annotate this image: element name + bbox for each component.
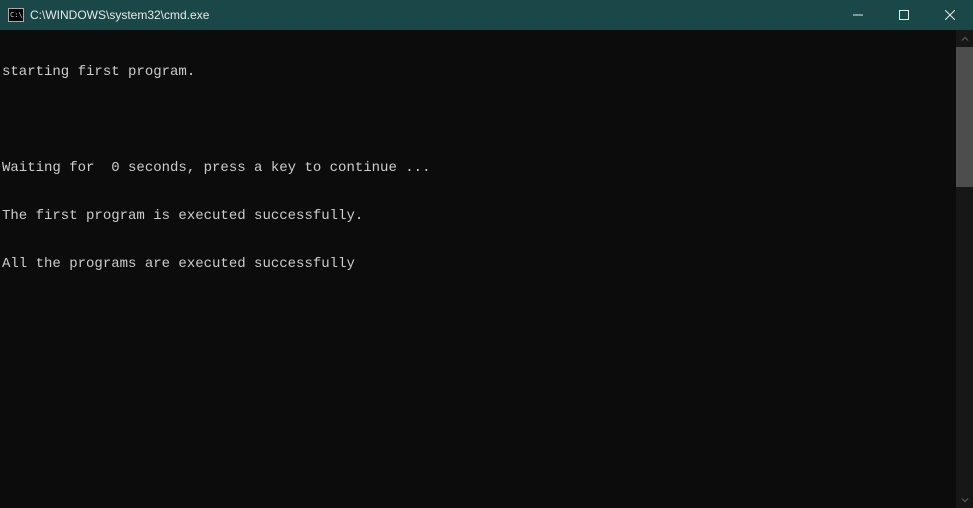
chevron-down-icon — [961, 496, 969, 504]
terminal-line: Waiting for 0 seconds, press a key to co… — [2, 160, 956, 176]
cmd-icon-text: C:\ — [9, 12, 23, 19]
scroll-down-button[interactable] — [956, 491, 973, 508]
terminal-line: All the programs are executed successful… — [2, 256, 956, 272]
window-title: C:\WINDOWS\system32\cmd.exe — [30, 8, 209, 22]
chevron-up-icon — [961, 35, 969, 43]
maximize-button[interactable] — [881, 0, 927, 30]
terminal-line: The first program is executed successful… — [2, 208, 956, 224]
close-button[interactable] — [927, 0, 973, 30]
window-titlebar: C:\ C:\WINDOWS\system32\cmd.exe — [0, 0, 973, 30]
scroll-thumb[interactable] — [956, 47, 973, 187]
titlebar-left: C:\ C:\WINDOWS\system32\cmd.exe — [0, 8, 209, 22]
terminal-line: starting first program. — [2, 64, 956, 80]
maximize-icon — [899, 10, 909, 20]
close-icon — [945, 10, 955, 20]
terminal-output[interactable]: starting first program. Waiting for 0 se… — [0, 30, 956, 508]
scroll-up-button[interactable] — [956, 30, 973, 47]
cmd-icon: C:\ — [8, 8, 24, 22]
window-controls — [835, 0, 973, 30]
minimize-button[interactable] — [835, 0, 881, 30]
minimize-icon — [853, 10, 863, 20]
vertical-scrollbar[interactable] — [956, 30, 973, 508]
terminal-line — [2, 112, 956, 128]
terminal-area: starting first program. Waiting for 0 se… — [0, 30, 973, 508]
scroll-track[interactable] — [956, 47, 973, 491]
